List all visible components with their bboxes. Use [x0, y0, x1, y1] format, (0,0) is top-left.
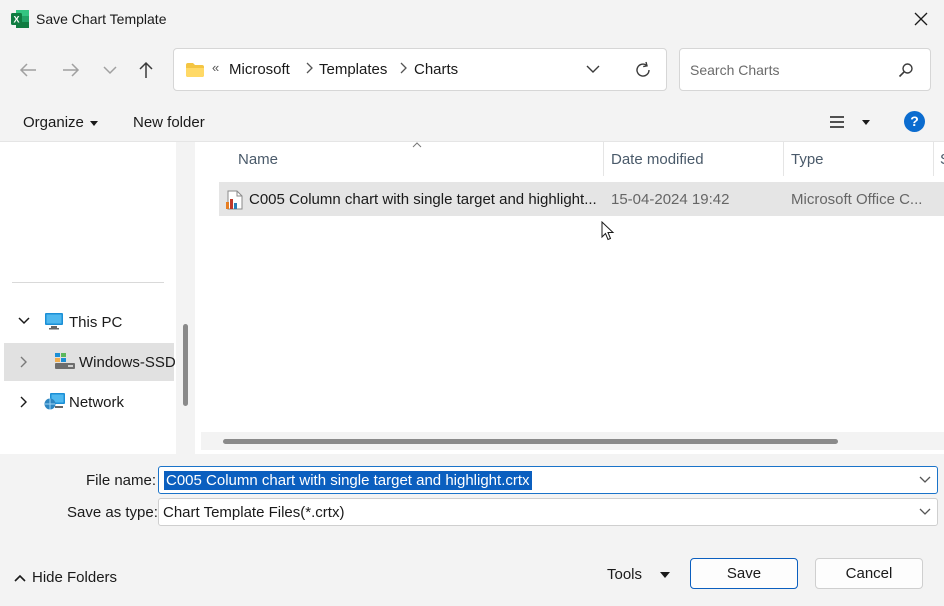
- scrollbar-thumb[interactable]: [183, 324, 188, 406]
- sidebar-item-network[interactable]: Network: [4, 383, 174, 421]
- navigation-bar: « Microsoft Templates Charts Search Char…: [0, 38, 944, 102]
- up-button[interactable]: [134, 58, 158, 82]
- file-row[interactable]: C005 Column chart with single target and…: [219, 182, 944, 216]
- arrow-right-icon: [63, 63, 80, 77]
- tools-label: Tools: [607, 566, 643, 583]
- scrollbar-thumb[interactable]: [223, 439, 838, 444]
- close-icon: [914, 12, 928, 26]
- horizontal-scrollbar[interactable]: [201, 432, 944, 450]
- column-header-name[interactable]: Name: [238, 151, 278, 168]
- save-as-type-value: Chart Template Files(*.crtx): [163, 504, 345, 521]
- chevron-right-icon[interactable]: [399, 62, 407, 74]
- close-button[interactable]: [898, 0, 944, 38]
- list-view-icon: [830, 116, 844, 128]
- breadcrumb-item-templates[interactable]: Templates: [319, 61, 387, 78]
- file-date-modified: 15-04-2024 19:42: [611, 191, 730, 208]
- title-bar: X Save Chart Template: [0, 0, 944, 38]
- save-button[interactable]: Save: [690, 558, 798, 589]
- address-bar[interactable]: « Microsoft Templates Charts: [173, 48, 667, 91]
- divider: [12, 282, 164, 283]
- navigation-pane: This PC Windows-SSD Network: [0, 142, 195, 454]
- breadcrumb-item-microsoft[interactable]: Microsoft: [229, 61, 290, 78]
- sidebar-item-label: Windows-SSD: [79, 354, 176, 371]
- sidebar-item-label: Network: [69, 394, 125, 411]
- file-type: Microsoft Office C...: [791, 191, 923, 208]
- caret-down-icon: [861, 120, 870, 125]
- chevron-down-icon: [103, 66, 117, 75]
- recent-locations-button[interactable]: [98, 58, 122, 82]
- search-placeholder: Search Charts: [690, 62, 780, 78]
- file-name-label: File name:: [86, 472, 157, 489]
- mouse-cursor-icon: [601, 221, 615, 241]
- chevron-down-icon[interactable]: [18, 316, 30, 326]
- sidebar-scrollbar[interactable]: [176, 142, 195, 454]
- chevron-up-icon: [14, 574, 26, 582]
- chart-template-file-icon: [226, 190, 243, 210]
- chevron-right-icon[interactable]: [18, 396, 28, 408]
- file-name-field[interactable]: C005 Column chart with single target and…: [158, 466, 938, 494]
- window-title: Save Chart Template: [36, 11, 167, 27]
- back-button[interactable]: [16, 58, 40, 82]
- column-divider[interactable]: [603, 142, 604, 176]
- network-icon: [44, 393, 65, 410]
- chevron-right-icon[interactable]: [305, 62, 313, 74]
- sort-ascending-icon: [412, 142, 422, 148]
- forward-button[interactable]: [59, 58, 83, 82]
- refresh-icon[interactable]: [634, 61, 652, 79]
- sidebar-item-label: This PC: [69, 314, 123, 331]
- column-header-type[interactable]: Type: [791, 151, 824, 168]
- column-header-size[interactable]: S: [940, 151, 944, 168]
- hide-folders-button[interactable]: Hide Folders: [14, 569, 117, 586]
- computer-icon: [45, 313, 63, 330]
- save-as-type-select[interactable]: Chart Template Files(*.crtx): [158, 498, 938, 526]
- chevron-down-icon[interactable]: [919, 508, 931, 516]
- file-name-value: C005 Column chart with single target and…: [164, 471, 532, 490]
- save-form: File name: C005 Column chart with single…: [0, 454, 944, 606]
- search-icon: [898, 63, 913, 78]
- excel-icon: X: [11, 10, 29, 28]
- sidebar-item-windows-ssd[interactable]: Windows-SSD: [4, 343, 176, 381]
- sidebar-item-this-pc[interactable]: This PC: [4, 303, 174, 341]
- chevron-down-icon[interactable]: [586, 64, 600, 74]
- folder-icon: [186, 63, 204, 77]
- caret-down-icon: [660, 572, 671, 579]
- column-header-date-modified[interactable]: Date modified: [611, 151, 704, 168]
- hide-folders-label: Hide Folders: [32, 569, 118, 586]
- chevron-right-icon[interactable]: [18, 356, 28, 368]
- breadcrumb-item-charts[interactable]: Charts: [414, 61, 458, 78]
- tools-menu[interactable]: Tools: [607, 566, 671, 583]
- file-list: Name Date modified Type S C005 Column ch…: [195, 142, 944, 454]
- drive-icon: [55, 353, 75, 369]
- view-options-button[interactable]: [828, 115, 870, 132]
- new-folder-button[interactable]: New folder: [133, 114, 205, 131]
- organize-menu[interactable]: Organize: [23, 114, 98, 131]
- breadcrumb-overflow[interactable]: «: [212, 60, 219, 75]
- help-button[interactable]: ?: [904, 111, 925, 132]
- organize-label: Organize: [23, 114, 84, 131]
- column-divider[interactable]: [783, 142, 784, 176]
- arrow-up-icon: [139, 61, 153, 78]
- save-as-type-label: Save as type:: [67, 504, 158, 521]
- cancel-button[interactable]: Cancel: [815, 558, 923, 589]
- svg-text:X: X: [13, 15, 19, 25]
- chevron-down-icon[interactable]: [919, 476, 931, 484]
- file-name: C005 Column chart with single target and…: [249, 191, 597, 208]
- column-divider[interactable]: [933, 142, 934, 176]
- arrow-left-icon: [19, 63, 36, 77]
- command-bar: Organize New folder: [0, 102, 944, 142]
- search-input[interactable]: Search Charts: [679, 48, 931, 91]
- caret-down-icon: [89, 120, 98, 126]
